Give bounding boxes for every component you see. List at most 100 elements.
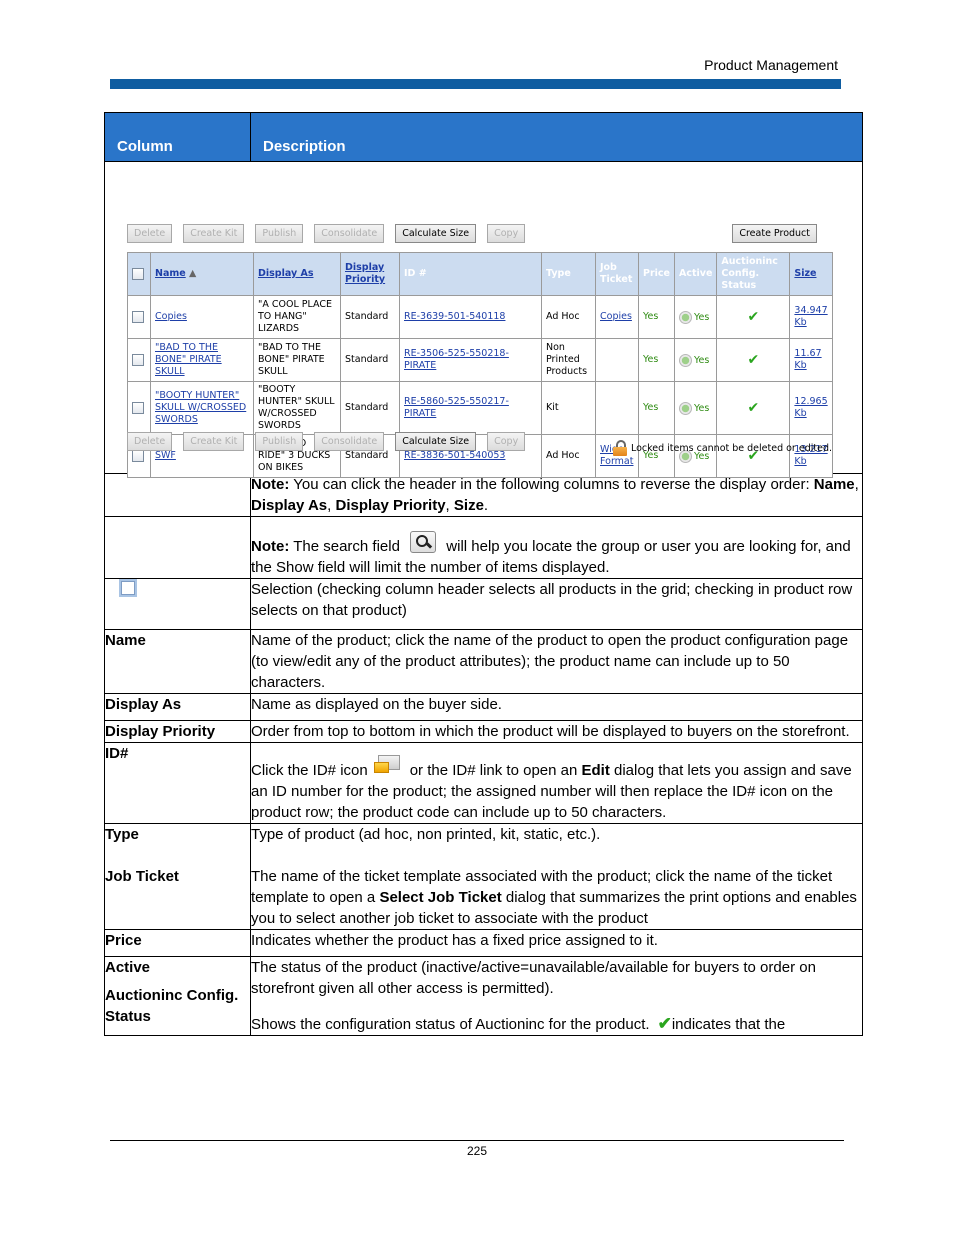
row-checkbox[interactable] [132,401,144,414]
name-row: Name Name of the product; click the name… [104,629,863,694]
name-sort-link[interactable]: Name [155,268,186,279]
sort-asc-icon: ▲ [189,268,197,279]
display-priority-desc: Order from top to bottom in which the pr… [250,720,863,743]
product-id-link[interactable]: RE-3506-525-550218-PIRATE [404,348,509,371]
delete-button[interactable]: Delete [127,432,173,451]
product-id-link[interactable]: RE-3639-501-540118 [404,311,505,322]
publish-button[interactable]: Publish [255,224,304,243]
auctioninc-header: Auctioninc Config. Status [716,252,791,296]
size-link[interactable]: 34.947 Kb [794,305,827,328]
checkbox-icon [119,579,137,597]
product-name-link[interactable]: SWF [155,450,176,461]
job-ticket-header: Job Ticket [595,252,639,296]
calculate-size-button[interactable]: Calculate Size [395,224,477,243]
type-desc: Type of product (ad hoc, non printed, ki… [251,826,601,843]
active-radio[interactable] [678,310,692,324]
row-checkbox[interactable] [132,353,144,366]
search-note: Note: The search field will help you loc… [250,516,863,579]
price-row: Price Indicates whether the product has … [104,929,863,957]
active-cell: Yes [693,311,710,323]
select-all-checkbox[interactable] [132,267,144,280]
selection-row: Selection (checking column header select… [104,578,863,630]
calculate-size-button[interactable]: Calculate Size [395,432,477,451]
lock-icon [612,440,627,456]
display-priority-header: Display Priority [340,252,400,296]
product-name-link[interactable]: "BOOTY HUNTER" SKULL W/CROSSED SWORDS [155,390,246,425]
row-checkbox[interactable] [132,310,144,323]
id-header: ID # [399,252,542,296]
job-ticket-link[interactable]: Copies [600,311,632,322]
product-row: "BAD TO THE BONE" PIRATE SKULL "BAD TO TH… [127,338,834,382]
display-priority-label: Display Priority [104,720,251,743]
name-label: Name [104,629,251,694]
copy-button[interactable]: Copy [487,432,526,451]
auction-desc: Shows the configuration status of Auctio… [251,1014,786,1033]
consolidate-button[interactable]: Consolidate [314,224,385,243]
description-header: Description [250,112,863,162]
top-button-row: Delete Create Kit Publish Consolidate Calcul… [127,224,536,243]
column-description-table: Column Description Delete Create Kit Publi… [104,112,863,1036]
create-product-button[interactable]: Create Product [732,224,817,243]
size-header: Size [789,252,834,296]
bottom-button-row: Delete Create Kit Publish Consolidate Calcul… [127,432,536,451]
display-priority-row: Display Priority Order from top to botto… [104,720,863,743]
priority-cell: Standard [340,295,400,339]
publish-button[interactable]: Publish [255,432,304,451]
active-radio[interactable] [678,353,692,367]
copy-button[interactable]: Copy [487,224,526,243]
screenshot-row: Delete Create Kit Publish Consolidate Calcul… [104,161,863,478]
id-row: ID# Click the ID# icon or the ID# link to… [104,742,863,824]
size-sort-link[interactable]: Size [794,268,816,279]
name-desc: Name of the product; click the name of t… [250,629,863,694]
locked-note: Locked items cannot be deleted or edited… [612,440,832,456]
product-name-link[interactable]: Copies [155,311,187,322]
id-label: ID# [104,742,251,824]
product-grid-screenshot: Delete Create Kit Publish Consolidate Calcul… [104,161,863,478]
product-name-link[interactable]: "BAD TO THE BONE" PIRATE SKULL [155,342,222,377]
display-priority-sort-link[interactable]: Display Priority [345,262,385,285]
search-note-row: Note: The search field will help you loc… [104,516,863,579]
type-cell: Ad Hoc [541,295,596,339]
display-as-sort-link[interactable]: Display As [258,268,313,279]
footer-rule [110,1140,844,1141]
type-cell: Non Printed Products [541,338,596,382]
product-row: "BOOTY HUNTER" SKULL W/CROSSED SWORDS "BO… [127,381,834,435]
sort-note-row: Note: You can click the header in the fo… [104,473,863,517]
table-header-row: Column Description [104,112,863,162]
page-number: 225 [466,1144,488,1158]
consolidate-button[interactable]: Consolidate [314,432,385,451]
delete-button[interactable]: Delete [127,224,173,243]
job-ticket-desc: The name of the ticket template associat… [251,868,857,927]
price-header: Price [638,252,675,296]
display-as-cell: "BOOTY HUNTER" SKULL W/CROSSED SWORDS [253,381,341,435]
priority-cell: Standard [340,381,400,435]
row-checkbox[interactable] [132,449,144,462]
display-as-header: Display As [253,252,341,296]
type-label: Type [105,826,139,843]
job-ticket-label: Job Ticket [105,868,179,885]
auction-label: Auctioninc Config. Status [105,987,239,1025]
active-cell: Yes [693,354,710,366]
type-cell: Ad Hoc [541,434,596,478]
display-as-cell: "A COOL PLACE TO HANG" LIZARDS [253,295,341,339]
active-label: Active [105,959,151,976]
product-id-link[interactable]: RE-5860-525-550217-PIRATE [404,396,509,419]
size-link[interactable]: 11.67 Kb [794,348,821,371]
check-icon: ✔ [657,1014,672,1033]
price-label: Price [104,929,251,957]
active-cell: Yes [693,402,710,414]
selection-desc: Selection (checking column header select… [250,578,863,630]
running-head: Product Management [704,57,838,73]
name-header: Name ▲ [150,252,254,296]
price-desc: Indicates whether the product has a fixe… [250,929,863,957]
size-link[interactable]: 12.965 Kb [794,396,827,419]
product-id-link[interactable]: RE-3836-501-540053 [404,450,505,461]
active-desc: The status of the product (inactive/acti… [251,959,816,997]
create-kit-button[interactable]: Create Kit [183,224,245,243]
column-header: Column [104,112,251,162]
create-kit-button[interactable]: Create Kit [183,432,245,451]
type-header: Type [541,252,596,296]
display-as-cell: "BAD TO THE BONE" PIRATE SKULL [253,338,341,382]
active-radio[interactable] [678,401,692,415]
grid-header-row: Name ▲ Display As Display Priority ID # … [127,252,834,296]
